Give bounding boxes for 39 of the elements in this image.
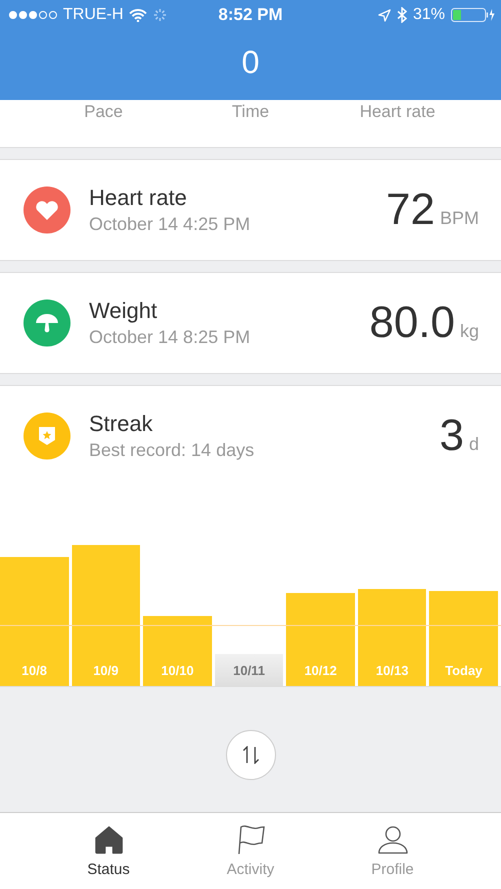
bar-label: 10/13 [376,663,408,678]
swap-button[interactable] [226,730,276,780]
location-icon [378,8,391,22]
clock-time: 8:52 PM [218,5,283,25]
signal-icon [9,11,57,19]
metric-unit: d [468,434,479,455]
metric-value: 72 [386,185,435,235]
metric-value: 80.0 [369,298,455,348]
card-subtitle: Best record: 14 days [89,440,256,461]
bar-label: 10/11 [233,663,265,678]
bar-label: 10/10 [161,663,194,678]
person-icon [376,824,408,854]
metric-card[interactable]: Heart rate October 14 4:25 PM 72 BPM [0,159,501,261]
card-subtitle: October 14 4:25 PM [89,214,252,235]
card-title: Weight [89,298,158,324]
summary-label: Heart rate [358,102,436,123]
card-subtitle: October 14 8:25 PM [89,327,252,348]
spinner-icon [153,8,168,22]
carrier-name: TRUE-H [63,6,124,24]
card-title: Streak [89,411,154,437]
metric-unit: kg [460,321,479,342]
bar-label: 10/9 [93,663,119,678]
home-icon [92,824,124,854]
wifi-icon [129,8,148,22]
summary-label: Time [230,102,270,123]
metric-card[interactable]: Weight October 14 8:25 PM 80.0 kg [0,272,501,374]
bar-label: 10/12 [304,663,337,678]
metric-unit: BPM [440,208,479,229]
metric-card[interactable]: Streak Best record: 14 days 3 d 10/8 10/9 10/10 10/11 10/12 10/13 Today [0,385,501,687]
bar-label: 10/8 [22,663,47,678]
bluetooth-icon [396,7,407,23]
summary-label: Pace [83,102,124,123]
header-title: 0 [240,45,260,79]
battery-icon [451,8,495,22]
tab[interactable]: Status [58,813,160,889]
metric-value: 3 [440,411,464,461]
card-title: Heart rate [89,185,188,211]
bar-label: Today [445,663,482,678]
battery-percent: 31% [412,6,445,24]
